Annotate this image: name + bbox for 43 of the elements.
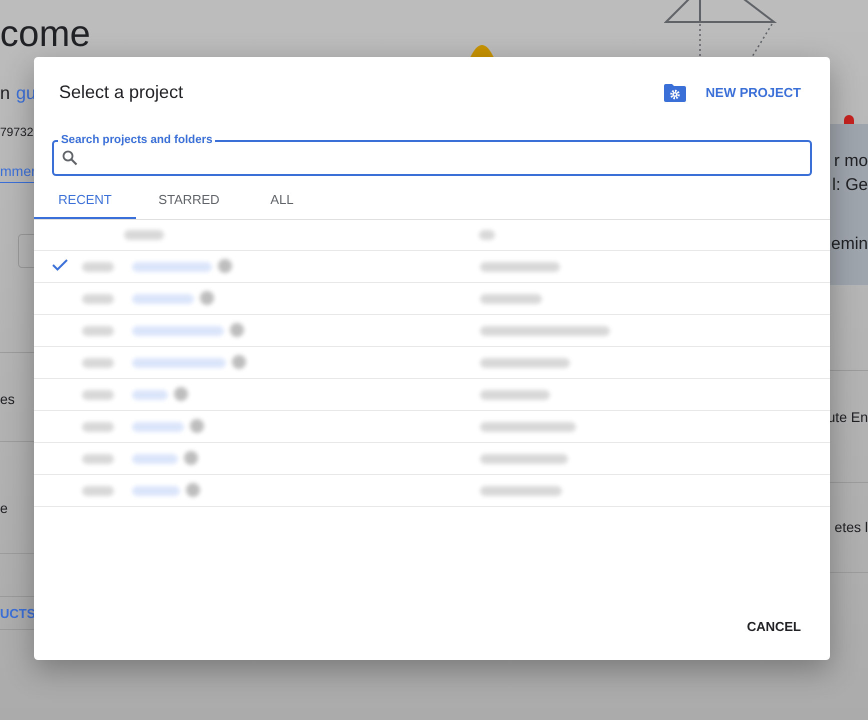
blurred-icon	[186, 483, 200, 497]
card-text: r mo	[834, 151, 868, 171]
folder-gear-icon[interactable]	[664, 84, 686, 102]
blurred-text	[132, 486, 180, 496]
product-item: e	[0, 500, 9, 516]
product-item: es	[0, 391, 16, 407]
blurred-text	[132, 294, 194, 304]
field-label: Search projects and folders	[58, 133, 216, 147]
blurred-text	[82, 390, 114, 400]
tab[interactable]: STARRED	[136, 184, 242, 219]
blurred-text	[82, 486, 114, 496]
search-icon	[62, 150, 78, 166]
card-text: emin	[831, 234, 868, 254]
blurred-icon	[184, 451, 198, 465]
blurred-icon	[200, 291, 214, 305]
product-item: etes l	[834, 519, 868, 535]
blurred-text	[480, 390, 550, 400]
blurred-icon	[174, 387, 188, 401]
blurred-text	[82, 454, 114, 464]
blurred-text	[82, 262, 114, 272]
new-project-button[interactable]: NEW PROJECT	[706, 84, 801, 100]
blurred-icon	[218, 259, 232, 273]
blurred-text	[132, 390, 168, 400]
blurred-icon	[232, 355, 246, 369]
blurred-text	[82, 326, 114, 336]
project-id-text: 79732	[0, 125, 34, 139]
blurred-icon	[230, 323, 244, 337]
dialog-title: Select a project	[59, 82, 184, 102]
blurred-text	[82, 294, 114, 304]
cancel-button[interactable]: CANCEL	[746, 619, 801, 634]
tab[interactable]: RECENT	[34, 184, 136, 219]
blurred-text	[82, 358, 114, 368]
blurred-text	[82, 422, 114, 432]
intro-text: n	[0, 83, 10, 104]
page-heading: come	[0, 12, 90, 56]
blurred-icon	[190, 419, 204, 433]
blurred-text	[132, 422, 184, 432]
blurred-text	[479, 230, 495, 240]
card-text: l: Ge	[832, 175, 868, 195]
blurred-text	[480, 294, 542, 304]
blurred-text	[124, 230, 164, 240]
tab[interactable]: ALL	[242, 184, 322, 219]
blurred-text	[132, 454, 178, 464]
